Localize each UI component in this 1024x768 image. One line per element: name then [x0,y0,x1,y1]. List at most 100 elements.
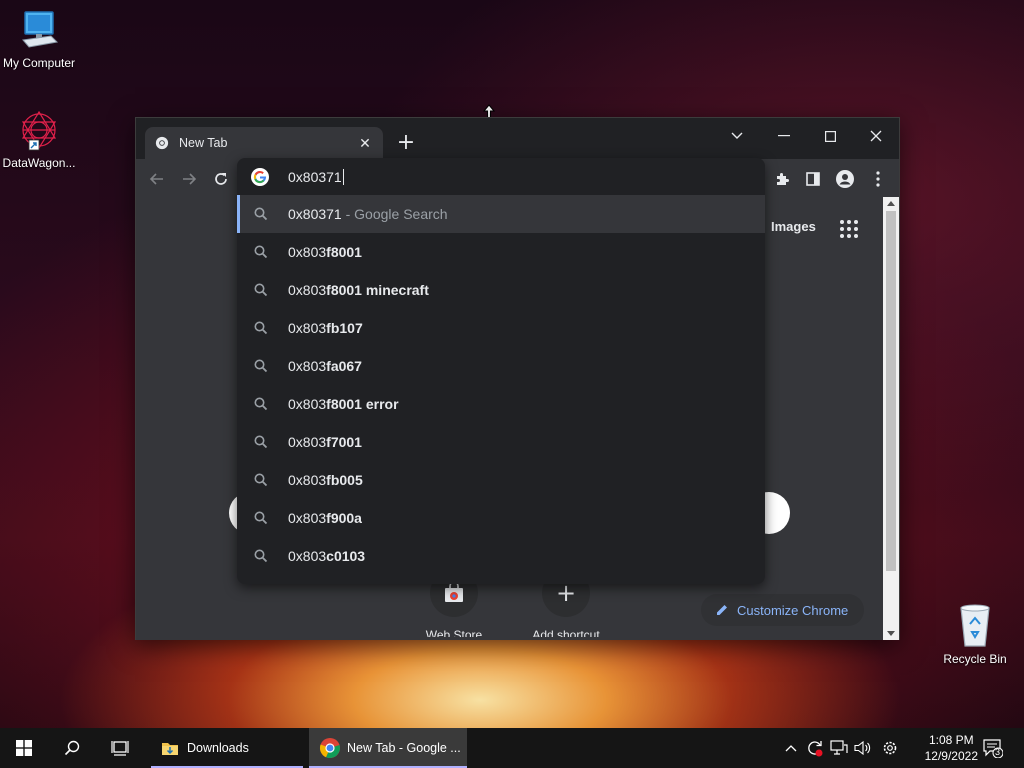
suggestion-text: 0x803f900a [288,510,362,526]
notification-center-button[interactable]: 3 [983,738,1003,758]
desktop-icon-datawagon[interactable]: DataWagon... [0,108,78,170]
address-bar[interactable]: 0x80371 [237,158,765,195]
page-scrollbar[interactable] [883,197,899,640]
omnibox-suggestion[interactable]: 0x803f8001 error [237,385,765,423]
settings-tray-icon[interactable] [880,738,900,758]
chevron-up-icon [785,745,797,752]
suggestion-text: 0x803f8001 minecraft [288,282,429,298]
notification-count: 3 [995,747,1001,757]
suggestion-text: 0x80371 - Google Search [288,206,448,222]
taskbar-app-chrome[interactable]: New Tab - Google ... [309,728,467,768]
network-icon[interactable] [829,738,849,758]
arrow-left-icon [149,173,163,185]
back-button[interactable] [145,167,169,191]
task-view-button[interactable] [96,728,144,768]
scroll-thumb[interactable] [886,211,896,571]
suggestion-text: 0x803c0103 [288,548,366,564]
new-tab-button[interactable]: + [394,132,418,156]
side-panel-icon [806,172,820,186]
search-icon [254,321,268,335]
side-panel-button[interactable] [801,167,825,191]
computer-icon [22,11,59,48]
maximize-button[interactable] [807,122,853,150]
search-icon [254,397,268,411]
windows-logo-icon [16,740,32,756]
web-store-icon [445,582,463,602]
pencil-icon [717,605,727,615]
more-vert-icon [876,171,880,187]
profile-button[interactable] [833,167,857,191]
arrow-right-icon [183,173,197,185]
recycle-bin-icon [960,604,990,647]
sync-error-icon [808,741,823,757]
forward-button[interactable] [177,167,201,191]
suggestion-text: 0x803f7001 [288,434,362,450]
speaker-icon [854,740,871,756]
chrome-favicon-icon [155,136,169,150]
minimize-icon [778,135,790,137]
suggestion-text: 0x803fb107 [288,320,363,336]
search-icon [254,245,268,259]
suggestion-text: 0x803f8001 error [288,396,399,412]
desktop-icon-recycle-bin[interactable]: Recycle Bin [935,602,1015,666]
search-icon [254,473,268,487]
search-icon [254,511,268,525]
google-g-icon [251,167,269,186]
volume-icon[interactable] [853,738,873,758]
show-hidden-icons-button[interactable] [781,738,801,758]
taskbar: Downloads New Tab - Google ... 1:08 PM 1… [0,728,1024,768]
reload-button[interactable] [209,167,233,191]
search-icon [254,207,268,221]
omnibox-suggestion[interactable]: 0x803f8001 [237,233,765,271]
ethernet-icon [830,740,848,755]
profile-icon [836,170,854,188]
close-window-button[interactable] [853,122,899,150]
customize-chrome-label: Customize Chrome [737,602,849,618]
taskbar-app-downloads[interactable]: Downloads [151,728,303,768]
google-apps-icon[interactable] [839,219,859,239]
chrome-icon [319,738,340,759]
clock[interactable]: 1:08 PM 12/9/2022 [925,732,978,764]
shortcut-label: Add shortcut [532,628,600,637]
search-icon [254,283,268,297]
reload-icon [215,173,227,185]
search-icon [254,359,268,373]
tab-search-button[interactable] [714,122,760,150]
suggestion-text: 0x803fa067 [288,358,362,374]
desktop-icon-label: My Computer [2,56,76,70]
sync-status-icon[interactable] [805,738,825,758]
minimize-button[interactable] [761,122,807,150]
desktop-icon-my-computer[interactable]: My Computer [0,10,78,70]
address-bar-text: 0x80371 [288,168,342,185]
omnibox-suggestion[interactable]: 0x803f8001 minecraft [237,271,765,309]
gear-icon [883,741,897,755]
customize-chrome-button[interactable]: Customize Chrome [701,594,865,626]
tab-new-tab[interactable]: New Tab ✕ [145,127,383,159]
omnibox-suggestion[interactable]: 0x803fb005 [237,461,765,499]
suggestion-text: 0x803fb005 [288,472,363,488]
close-tab-icon[interactable]: ✕ [357,135,373,151]
taskbar-app-label: Downloads [187,741,249,755]
scroll-up-icon[interactable] [887,200,895,206]
tab-title: New Tab [179,136,228,150]
omnibox-popup: 0x80371 0x80371 - Google Search 0x803f80… [237,158,765,584]
search-icon [64,740,80,756]
maximize-icon [824,130,836,142]
close-icon [870,130,882,142]
search-button[interactable] [48,728,96,768]
scroll-down-icon[interactable] [887,631,895,637]
desktop-icon-label: Recycle Bin [943,652,1007,666]
omnibox-suggestion[interactable]: 0x803fa067 [237,347,765,385]
omnibox-suggestion[interactable]: 0x803c0103 [237,537,765,575]
title-bar: New Tab ✕ + [136,118,899,159]
omnibox-suggestion[interactable]: 0x803f900a [237,499,765,537]
start-button[interactable] [0,728,48,768]
extensions-button[interactable] [770,167,794,191]
omnibox-suggestion[interactable]: 0x803fb107 [237,309,765,347]
images-link[interactable]: Images [771,219,816,234]
omnibox-suggestion[interactable]: 0x80371 - Google Search [237,195,765,233]
menu-button[interactable] [866,167,890,191]
omnibox-suggestion[interactable]: 0x803f7001 [237,423,765,461]
text-caret [342,168,344,185]
datawagon-icon [21,110,57,151]
